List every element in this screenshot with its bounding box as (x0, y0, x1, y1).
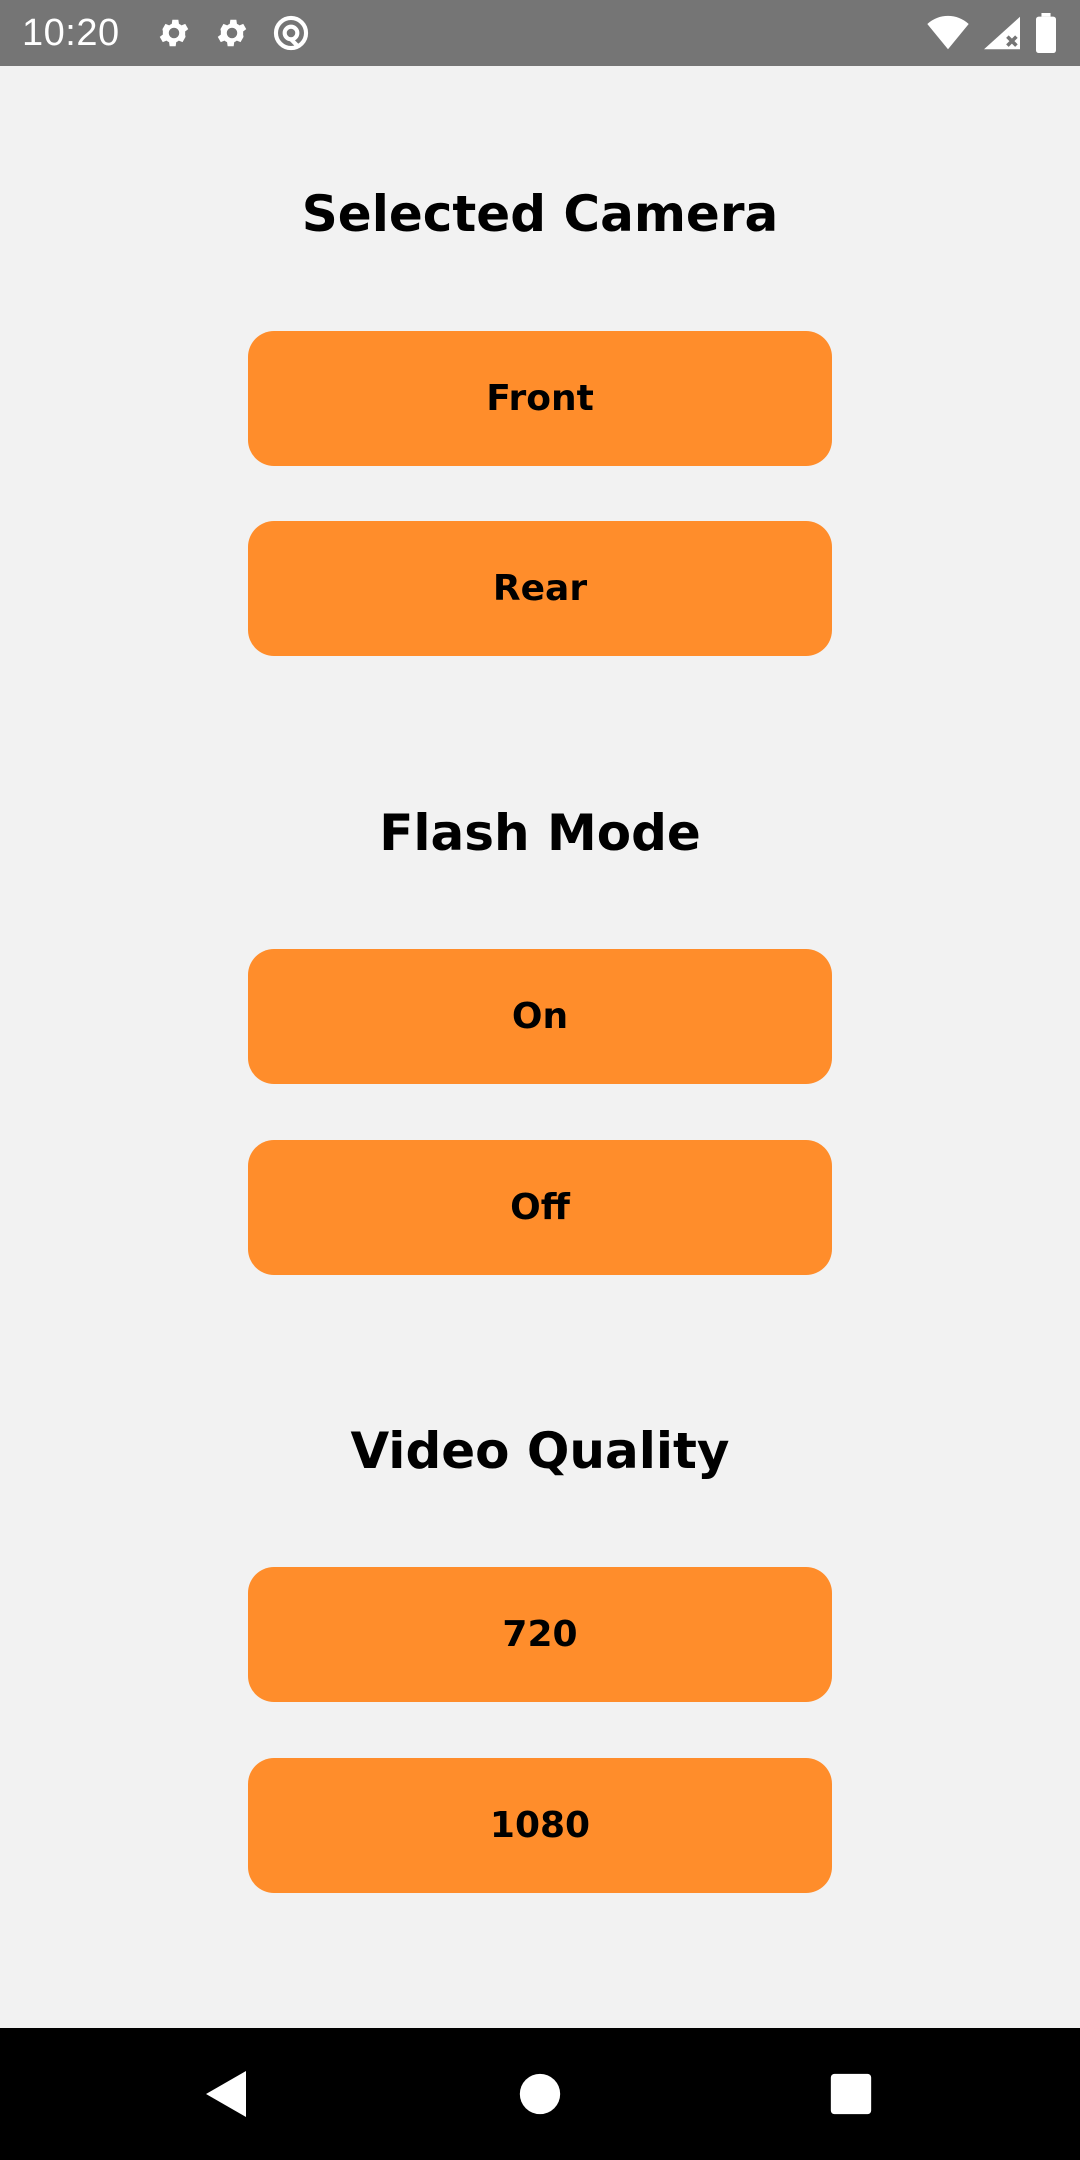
status-left: 10:20 (22, 12, 310, 55)
settings-content: Selected Camera Front Rear Flash Mode On… (0, 66, 1080, 2028)
flash-on-button[interactable]: On (248, 949, 832, 1084)
section-title-video-quality: Video Quality (350, 1422, 730, 1480)
quality-720-button[interactable]: 720 (248, 1567, 832, 1702)
status-bar: 10:20 (0, 0, 1080, 66)
navigation-bar (0, 2028, 1080, 2160)
at-sign-icon (272, 14, 310, 52)
section-title-flash-mode: Flash Mode (379, 804, 701, 862)
front-camera-button[interactable]: Front (248, 331, 832, 466)
back-icon[interactable] (160, 2028, 292, 2160)
quality-1080-button[interactable]: 1080 (248, 1758, 832, 1893)
gear-icon (214, 15, 250, 51)
rear-camera-button[interactable]: Rear (248, 521, 832, 656)
cell-signal-icon (982, 15, 1022, 51)
home-icon[interactable] (474, 2028, 606, 2160)
status-time: 10:20 (22, 11, 120, 54)
gear-icon (156, 15, 192, 51)
flash-off-button[interactable]: Off (248, 1140, 832, 1275)
recents-icon[interactable] (785, 2028, 917, 2160)
wifi-icon (926, 15, 970, 51)
battery-icon (1034, 13, 1058, 53)
status-right (926, 13, 1058, 53)
section-title-selected-camera: Selected Camera (301, 185, 779, 243)
